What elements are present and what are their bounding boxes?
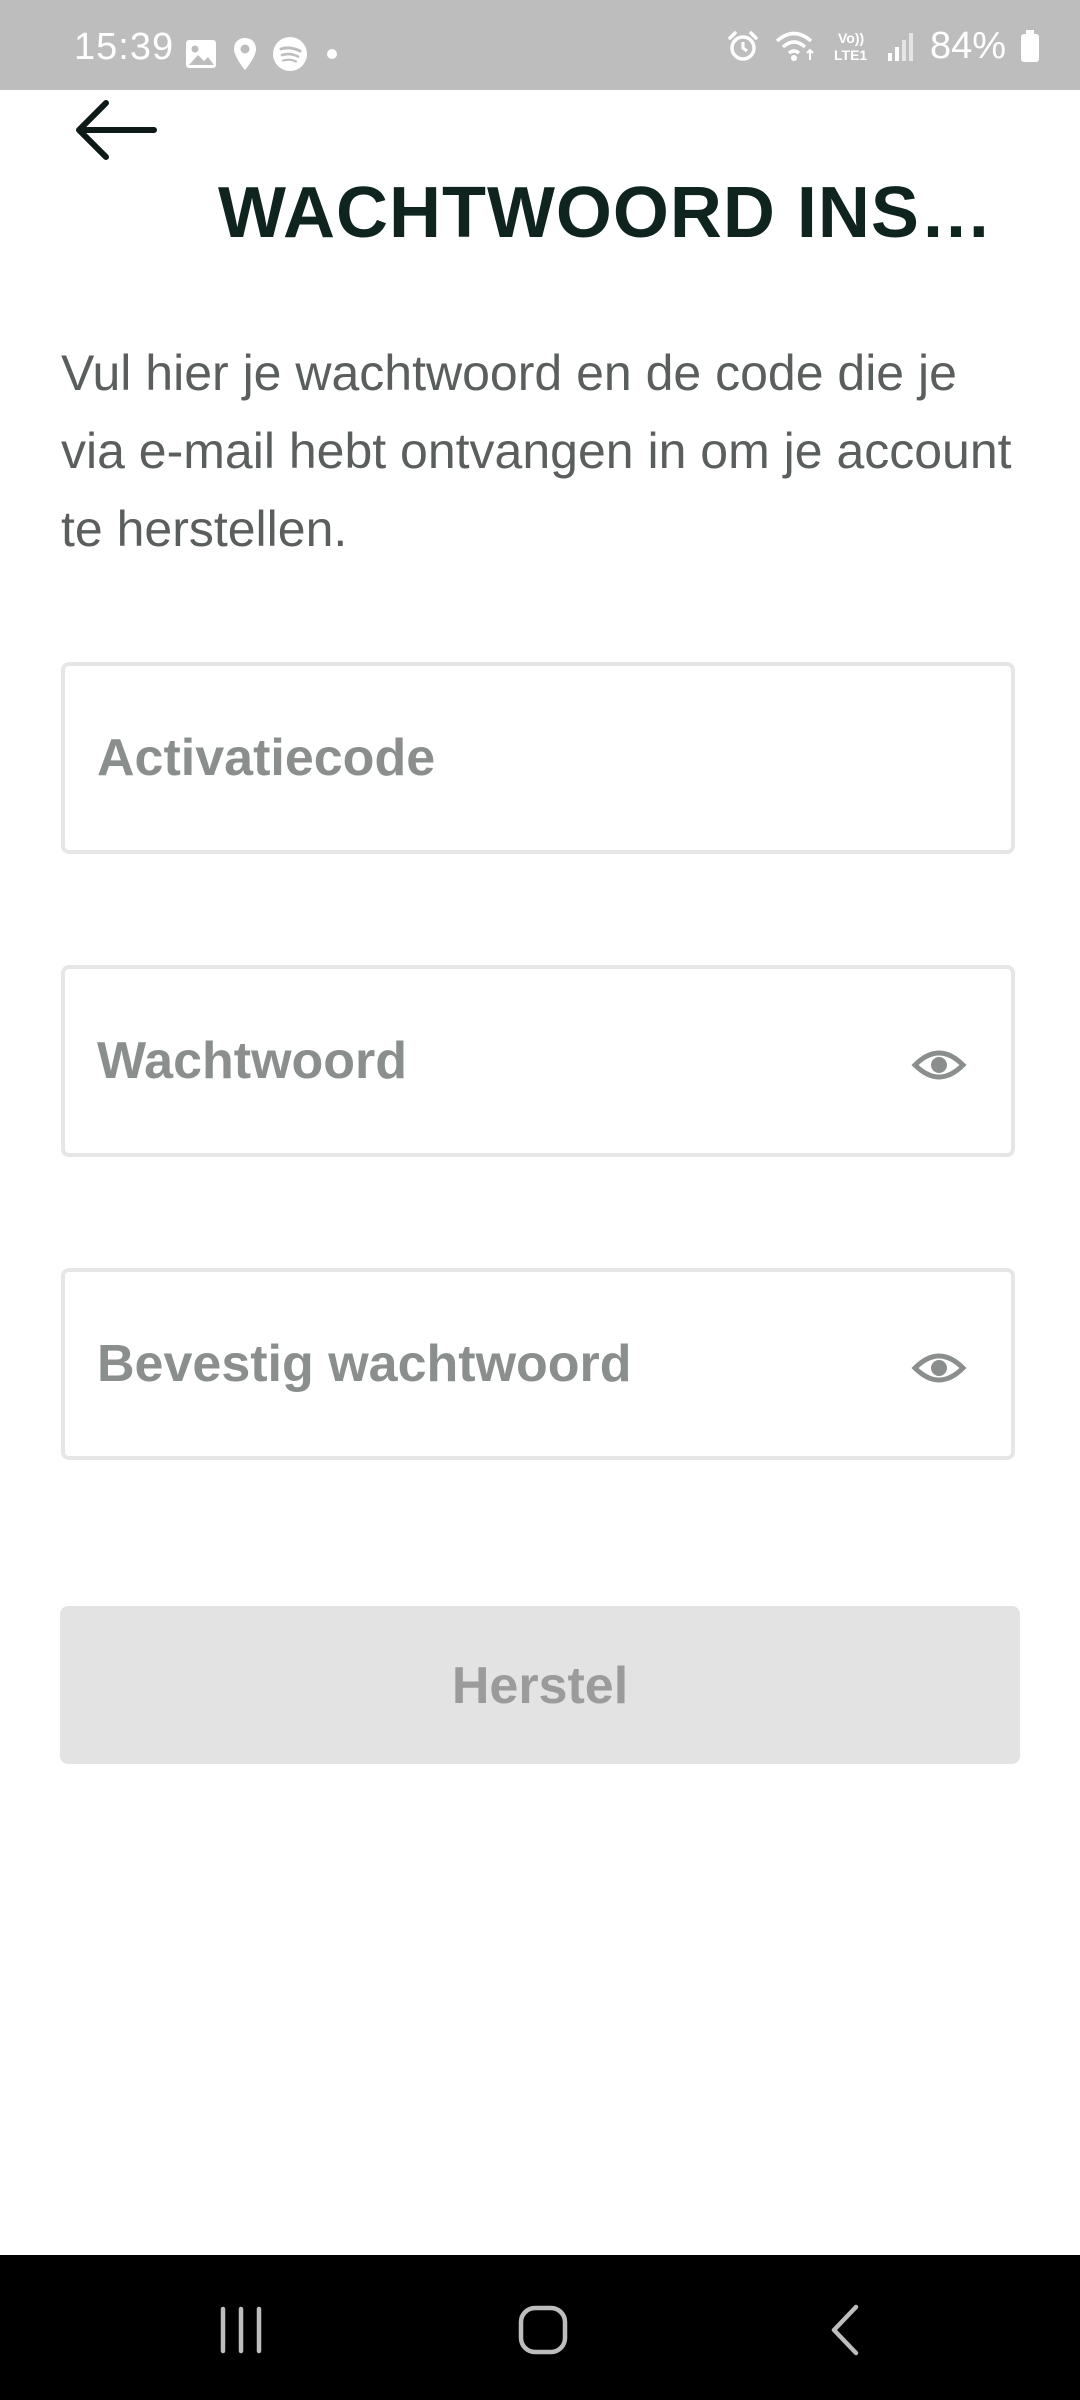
battery-icon (1020, 29, 1040, 63)
password-visibility-toggle[interactable] (911, 1037, 967, 1093)
home-icon (518, 2305, 568, 2355)
activation-code-field[interactable] (61, 662, 1015, 854)
svg-text:Vo)): Vo)) (838, 30, 864, 46)
nav-home-button[interactable] (498, 2295, 588, 2365)
password-field[interactable] (61, 965, 1015, 1157)
recents-icon (220, 2306, 262, 2354)
back-button[interactable] (70, 90, 170, 170)
confirm-password-field[interactable] (61, 1268, 1015, 1460)
password-input[interactable] (97, 969, 917, 1153)
location-icon (232, 36, 258, 72)
herstel-button[interactable]: Herstel (60, 1606, 1020, 1764)
page-title: WACHTWOORD INSTELLEN (218, 177, 1018, 249)
svg-text:LTE1: LTE1 (834, 47, 867, 63)
status-notification-icons (184, 34, 342, 74)
confirm-password-input[interactable] (97, 1272, 917, 1456)
notification-dot-icon (322, 44, 342, 64)
gallery-icon (184, 37, 218, 71)
status-system-icons: Vo)) LTE1 84% (726, 24, 1040, 68)
status-time: 15:39 (74, 26, 175, 68)
instructions-text: Vul hier je wachtwoord en de code die je… (61, 345, 1012, 557)
alarm-icon (726, 29, 760, 63)
battery-percentage: 84% (929, 24, 1006, 67)
system-navigation-bar (0, 2255, 1080, 2400)
confirm-password-visibility-toggle[interactable] (911, 1340, 967, 1396)
status-bar: 15:39 Vo)) LTE1 84% (0, 0, 1080, 90)
spotify-icon (272, 36, 308, 72)
nav-recents-button[interactable] (196, 2295, 286, 2365)
wifi-icon (774, 28, 818, 64)
signal-icon (886, 29, 916, 63)
nav-back-button[interactable] (800, 2295, 890, 2365)
arrow-left-icon (76, 100, 157, 160)
eye-icon (911, 1050, 967, 1080)
eye-icon (911, 1353, 967, 1383)
volte-icon: Vo)) LTE1 (832, 26, 872, 66)
back-chevron-icon (831, 2304, 859, 2356)
activation-code-input[interactable] (97, 666, 917, 850)
